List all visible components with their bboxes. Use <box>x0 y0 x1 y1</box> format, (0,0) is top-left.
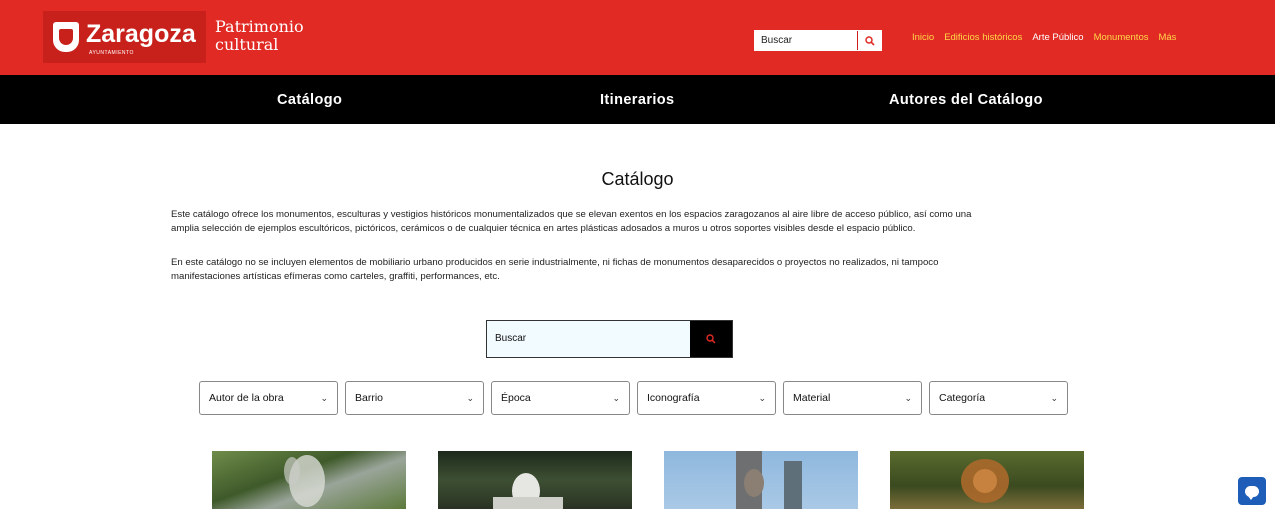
search-icon <box>864 35 875 46</box>
filter-label: Iconografía <box>647 392 700 404</box>
catalog-search-button[interactable] <box>690 321 732 357</box>
intro-line: Este catálogo ofrece los monumentos, esc… <box>171 209 972 220</box>
catalog-thumbnail[interactable] <box>890 451 1084 509</box>
filter-material[interactable]: Material ⌄ <box>783 381 922 415</box>
intro-line: amplia selección de ejemplos escultórico… <box>171 223 916 234</box>
nav-edificios[interactable]: Edificios históricos <box>944 31 1022 45</box>
catalog-search-input[interactable]: Buscar <box>487 321 690 357</box>
sculpture-image <box>493 473 563 509</box>
filter-bar: Autor de la obra ⌄ Barrio ⌄ Época ⌄ Iconogr… <box>199 381 1068 415</box>
nav-inicio[interactable]: Inicio <box>912 31 934 45</box>
filter-label: Autor de la obra <box>209 392 284 404</box>
sculpture-image <box>961 459 1009 503</box>
zaragoza-logo[interactable]: Zaragoza AYUNTAMIENTO <box>43 11 206 63</box>
chat-button[interactable] <box>1238 477 1266 505</box>
filter-label: Época <box>501 392 531 404</box>
header-search-button[interactable] <box>857 31 881 50</box>
search-icon <box>706 334 716 344</box>
top-nav: Inicio Edificios históricos Arte Público… <box>912 31 1186 45</box>
page-title: Catálogo <box>601 169 674 189</box>
catalog-search: Buscar <box>486 320 733 358</box>
nav-mas[interactable]: Más <box>1158 31 1176 45</box>
sculpture-image <box>284 455 325 507</box>
filter-epoca[interactable]: Época ⌄ <box>491 381 630 415</box>
logo-subtext: AYUNTAMIENTO <box>89 50 134 56</box>
logo-text: Zaragoza <box>86 20 196 48</box>
filter-iconografia[interactable]: Iconografía ⌄ <box>637 381 776 415</box>
catalog-thumbnail[interactable] <box>438 451 632 509</box>
catalog-thumbnail[interactable] <box>212 451 406 509</box>
site-title[interactable]: Patrimonio cultural <box>215 18 304 54</box>
top-header: Zaragoza AYUNTAMIENTO Patrimonio cultura… <box>0 0 1275 75</box>
chevron-down-icon: ⌄ <box>612 392 620 403</box>
header-search: Buscar <box>754 30 882 51</box>
chevron-down-icon: ⌄ <box>758 392 766 403</box>
chevron-down-icon: ⌄ <box>904 392 912 403</box>
shield-icon <box>53 22 79 52</box>
nav-monumentos[interactable]: Monumentos <box>1094 31 1149 45</box>
filter-label: Categoría <box>939 392 986 404</box>
chevron-down-icon: ⌄ <box>1050 392 1058 403</box>
exclusions-paragraph: En este catálogo no se incluyen elemento… <box>171 256 1101 284</box>
catalog-thumbnail[interactable] <box>664 451 858 509</box>
exclusions-line: manifestaciones artísticas efímeras como… <box>171 271 500 282</box>
catalog-grid <box>212 451 1112 509</box>
nav-arte-publico[interactable]: Arte Público <box>1032 31 1083 45</box>
filter-categoria[interactable]: Categoría ⌄ <box>929 381 1068 415</box>
chevron-down-icon: ⌄ <box>466 392 474 403</box>
chevron-down-icon: ⌄ <box>320 392 328 403</box>
filter-autor[interactable]: Autor de la obra ⌄ <box>199 381 338 415</box>
exclusions-line: En este catálogo no se incluyen elemento… <box>171 257 939 268</box>
subnav-catalogo[interactable]: Catálogo <box>277 92 342 108</box>
chat-icon <box>1245 485 1259 500</box>
filter-label: Barrio <box>355 392 384 404</box>
site-title-line2: cultural <box>215 35 279 54</box>
site-title-line1: Patrimonio <box>215 17 304 36</box>
subnav-itinerarios[interactable]: Itinerarios <box>600 92 675 108</box>
filter-barrio[interactable]: Barrio ⌄ <box>345 381 484 415</box>
filter-label: Material <box>793 392 831 404</box>
subnav-autores[interactable]: Autores del Catálogo <box>889 92 1043 108</box>
intro-paragraph: Este catálogo ofrece los monumentos, esc… <box>171 208 1101 236</box>
section-nav: Catálogo Itinerarios Autores del Catálog… <box>0 75 1275 124</box>
header-search-input[interactable]: Buscar <box>755 31 857 50</box>
monument-image <box>736 451 802 509</box>
